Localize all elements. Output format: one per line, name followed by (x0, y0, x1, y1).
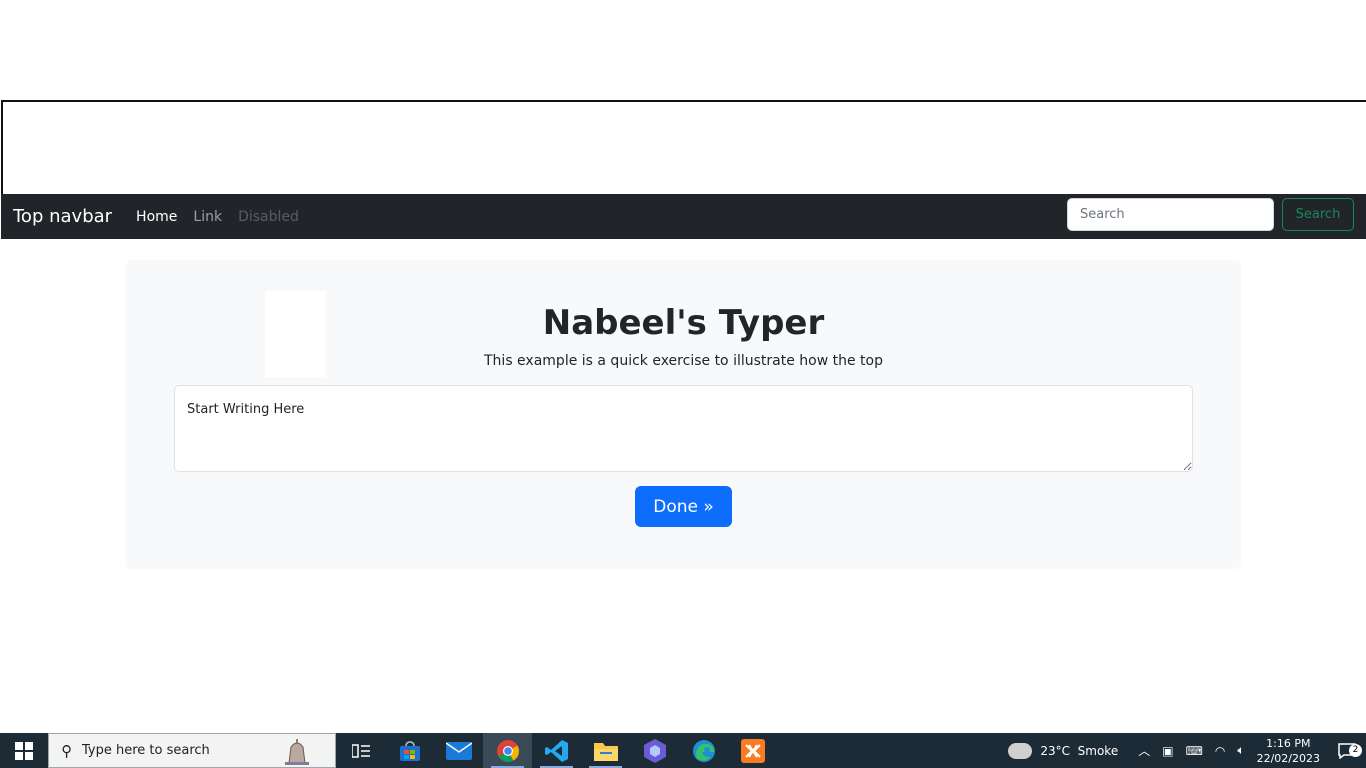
weather-widget[interactable]: 23°C Smoke (1008, 737, 1119, 759)
chrome-icon (496, 739, 519, 762)
mail-icon (445, 741, 472, 760)
edge-icon (692, 739, 715, 762)
nav-link-home[interactable]: Home (136, 209, 177, 225)
nav-link-link[interactable]: Link (193, 209, 222, 225)
taskbar-app-store[interactable] (385, 733, 434, 768)
search-highlight-bell-icon (285, 739, 309, 765)
taskbar-clock[interactable]: 1:16 PM 22/02/2023 (1257, 736, 1320, 766)
tray-chevron-up-icon[interactable]: ︿ (1138, 742, 1150, 759)
xampp-icon (740, 738, 765, 763)
navbar-search-input[interactable] (1067, 198, 1274, 231)
top-navbar: Top navbar Home Link Disabled Search (1, 194, 1366, 239)
task-view-icon (351, 743, 370, 758)
taskbar-app-mail[interactable] (434, 733, 483, 768)
microsoft-store-icon (399, 740, 420, 761)
windows-taskbar: ⚲ Type here to search 23°C Smoke ︿ ▣ ⌨ ◠… (0, 733, 1366, 768)
notification-center-button[interactable]: 2 (1328, 742, 1366, 759)
taskbar-search-box[interactable]: ⚲ Type here to search (48, 733, 336, 768)
taskbar-app-hexagon[interactable] (630, 733, 679, 768)
frame-top-border (1, 100, 1366, 102)
notification-count-badge: 2 (1349, 743, 1362, 757)
taskbar-app-xampp[interactable] (728, 733, 777, 768)
tray-wifi-icon[interactable]: ◠ (1215, 744, 1225, 758)
taskbar-app-chrome[interactable] (483, 733, 532, 768)
clock-time: 1:16 PM (1266, 736, 1311, 750)
clock-date: 22/02/2023 (1256, 751, 1320, 765)
task-view-button[interactable] (336, 733, 385, 768)
system-tray: 23°C Smoke ︿ ▣ ⌨ ◠ 🔈︎ 1:16 PM 22/02/2023… (1008, 733, 1366, 768)
hexagon-app-icon (643, 738, 666, 763)
done-button[interactable]: Done » (635, 486, 732, 527)
weather-text: 23°C Smoke (1040, 743, 1119, 758)
start-button[interactable] (0, 733, 48, 768)
typing-textarea[interactable]: Start Writing Here (174, 385, 1193, 472)
frame-left-border (1, 100, 3, 194)
lead-text: This example is a quick exercise to illu… (484, 353, 883, 369)
main-jumbotron: Nabeel's Typer This example is a quick e… (126, 260, 1241, 569)
taskbar-app-edge[interactable] (679, 733, 728, 768)
taskbar-app-file-explorer[interactable] (581, 733, 630, 768)
tray-meet-now-icon[interactable]: ▣ (1162, 744, 1173, 758)
tray-volume-icon[interactable]: 🔈︎ (1237, 743, 1244, 758)
page-title: Nabeel's Typer (542, 303, 825, 343)
taskbar-search-placeholder: Type here to search (82, 743, 210, 758)
navbar-brand[interactable]: Top navbar (13, 206, 112, 227)
windows-logo-icon (15, 741, 33, 760)
navbar-search-button[interactable]: Search (1282, 198, 1354, 231)
weather-cloud-icon (1008, 737, 1033, 759)
taskbar-app-vscode[interactable] (532, 733, 581, 768)
search-icon: ⚲ (61, 741, 72, 760)
tray-input-method-icon[interactable]: ⌨ (1186, 744, 1203, 758)
vscode-icon (544, 739, 568, 762)
nav-link-disabled: Disabled (238, 208, 299, 225)
file-explorer-icon (593, 742, 618, 761)
navbar-search-form: Search (1067, 198, 1366, 231)
browser-page: Top navbar Home Link Disabled Search Nab… (0, 0, 1366, 768)
